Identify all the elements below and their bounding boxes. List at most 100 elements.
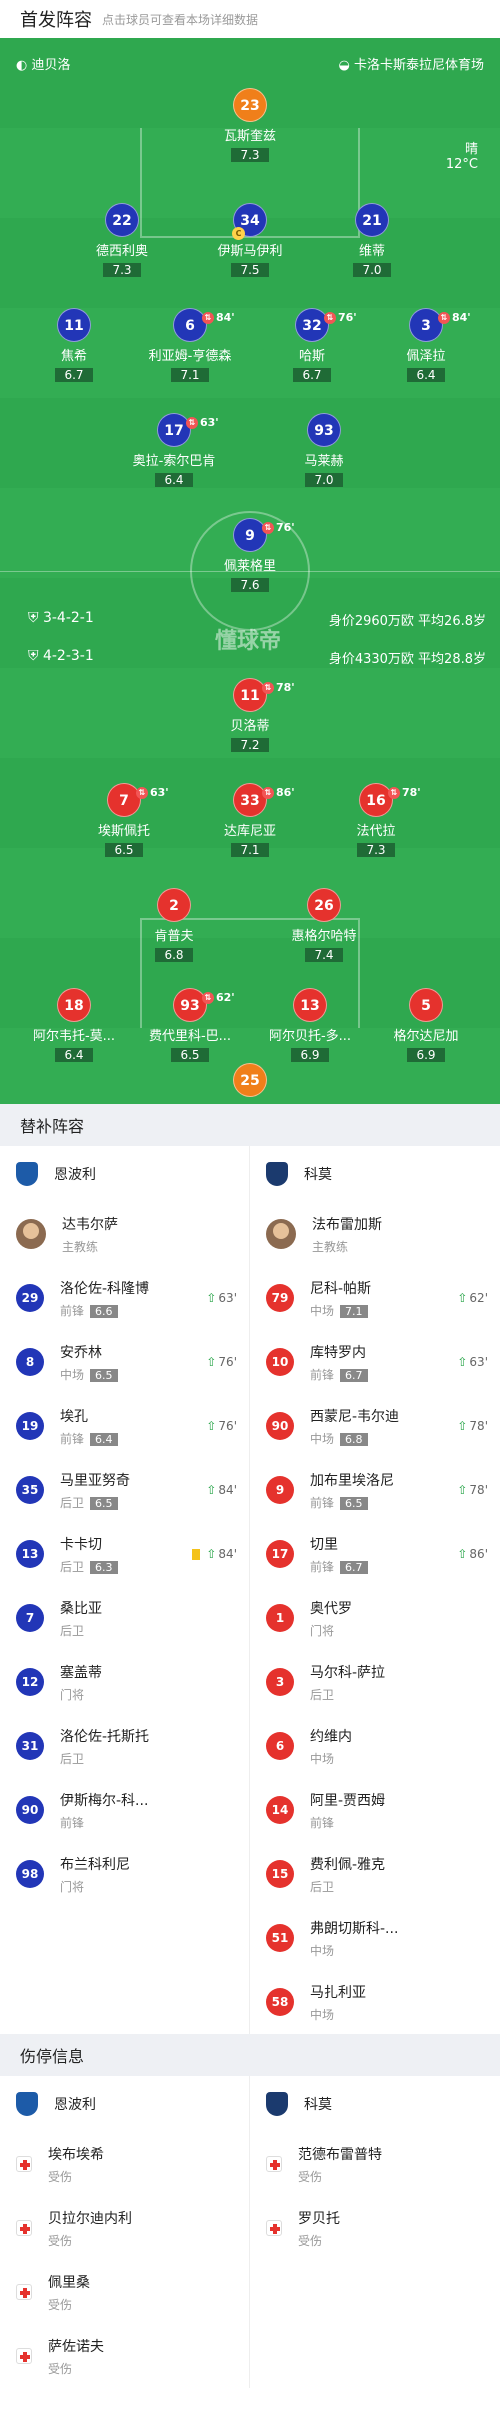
como-crest-icon [266, 2092, 288, 2116]
player-home[interactable]: 21 维蒂 7.0 [312, 203, 432, 278]
weather: 晴 12°C [445, 142, 478, 172]
player-info: 马扎利亚 中场 [310, 1982, 366, 2023]
sub-out-icon: ⇅ [262, 787, 274, 799]
player-away[interactable]: 33 ⇅ 86' 达库尼亚 7.1 [190, 783, 310, 858]
player-rating: 7.1 [231, 843, 269, 857]
player-position: 前锋 6.7 [310, 1558, 368, 1575]
sub-player-row[interactable]: 98 布兰科利尼 门将 [0, 1842, 249, 1906]
jersey-number: 3 [266, 1668, 294, 1696]
player-home[interactable]: 23 瓦斯奎兹 7.3 [190, 88, 310, 163]
player-home[interactable]: 6 ⇅ 84' 利亚姆-亨德森 7.1 [130, 308, 250, 383]
sub-player-row[interactable]: 29 洛伦佐-科隆博 前锋 6.6 ⇧ 63' [0, 1266, 249, 1330]
player-rating: 6.5 [90, 1368, 118, 1382]
jersey-number: 32 ⇅ 76' [295, 308, 357, 342]
injuries-title: 伤停信息 [0, 2034, 500, 2076]
player-name: 弗朗切斯科-... [310, 1920, 399, 1937]
player-home[interactable]: 93 马莱赫 7.0 [264, 413, 384, 488]
player-rating: 6.5 [171, 1048, 209, 1062]
injury-row[interactable]: 范德布雷普特 受伤 [250, 2132, 500, 2196]
home-club[interactable]: 恩波利 [0, 2076, 249, 2132]
sub-player-row[interactable]: 6 约维内 中场 [250, 1714, 500, 1778]
player-away[interactable]: 11 ⇅ 78' 贝洛蒂 7.2 [190, 678, 310, 753]
home-club[interactable]: 恩波利 [0, 1146, 249, 1202]
sub-player-row[interactable]: 90 伊斯梅尔-科... 前锋 [0, 1778, 249, 1842]
away-club[interactable]: 科莫 [250, 2076, 500, 2132]
player-rating: 7.4 [305, 948, 343, 962]
player-rating: 7.5 [231, 263, 269, 277]
sub-in-icon: ⇧ [457, 1291, 468, 1305]
player-name: 埃孔 [60, 1408, 88, 1425]
sub-player-row[interactable]: 90 西蒙尼-韦尔迪 中场 6.8 ⇧ 78' [250, 1394, 500, 1458]
sub-player-row[interactable]: 3 马尔科-萨拉 后卫 [250, 1650, 500, 1714]
sub-player-row[interactable]: 19 埃孔 前锋 6.4 ⇧ 76' [0, 1394, 249, 1458]
sub-in-icon: ⇧ [457, 1355, 468, 1369]
jersey-number: 1 [266, 1604, 294, 1632]
player-name: 费代里科-巴... [148, 1029, 232, 1044]
player-away[interactable]: 5 格尔达尼加 6.9 [366, 988, 486, 1063]
player-away[interactable]: 18 阿尔韦托-莫... 6.4 [14, 988, 134, 1063]
player-away[interactable]: 7 ⇅ 63' 埃斯佩托 6.5 [64, 783, 184, 858]
sub-in-icon: ⇧ [206, 1547, 217, 1561]
player-name: 桑比亚 [60, 1600, 102, 1617]
player-away[interactable]: 13 阿尔贝托-多... 6.9 [250, 988, 370, 1063]
player-name: 维蒂 [358, 244, 385, 259]
player-away[interactable]: 25雷纳7.0 [190, 1063, 310, 1104]
player-rating: 6.9 [407, 1048, 445, 1062]
sub-player-row[interactable]: 31 洛伦佐-托斯托 后卫 [0, 1714, 249, 1778]
player-position: 后卫 6.3 [60, 1558, 118, 1575]
sub-player-row[interactable]: 1 奥代罗 门将 [250, 1586, 500, 1650]
sub-player-row[interactable]: 13 卡卡切 后卫 6.3 ⇧ 84' [0, 1522, 249, 1586]
home-coach[interactable]: 达韦尔萨 主教练 [0, 1202, 249, 1266]
player-home[interactable]: 9 ⇅ 76' 佩莱格里 7.6 [190, 518, 310, 593]
player-name: 塞盖蒂 [60, 1664, 102, 1681]
player-home[interactable]: 3 ⇅ 84' 佩泽拉 6.4 [366, 308, 486, 383]
injury-row[interactable]: 萨佐诺夫 受伤 [0, 2324, 249, 2388]
sub-player-row[interactable]: 17 切里 前锋 6.7 ⇧ 86' [250, 1522, 500, 1586]
player-away[interactable]: 2 肯普夫 6.8 [114, 888, 234, 963]
player-home[interactable]: 22 德西利奥 7.3 [62, 203, 182, 278]
injury-row[interactable]: 贝拉尔迪内利 受伤 [0, 2196, 249, 2260]
player-home[interactable]: 17 ⇅ 63' 奥拉-索尔巴肯 6.4 [114, 413, 234, 488]
sub-player-row[interactable]: 9 加布里埃洛尼 前锋 6.5 ⇧ 78' [250, 1458, 500, 1522]
sub-out-icon: ⇅ [262, 682, 274, 694]
player-home[interactable]: 32 ⇅ 76' 哈斯 6.7 [252, 308, 372, 383]
player-home[interactable]: 34 C 伊斯马伊利 7.5 [190, 203, 310, 278]
sub-player-row[interactable]: 7 桑比亚 后卫 [0, 1586, 249, 1650]
player-position: 门将 [60, 1879, 85, 1894]
jersey-number: 5 [409, 988, 443, 1022]
player-info: 安乔林 中场 6.5 [60, 1342, 118, 1383]
subs-title: 替补阵容 [0, 1104, 500, 1146]
sub-player-row[interactable]: 15 费利佩-雅克 后卫 [250, 1842, 500, 1906]
player-name: 雷纳 [190, 1100, 310, 1104]
sub-out-icon: ⇅ [202, 312, 214, 324]
player-position: 前锋 [310, 1815, 335, 1830]
player-rating: 6.7 [293, 368, 331, 382]
player-away[interactable]: 16 ⇅ 78' 法代拉 7.3 [316, 783, 436, 858]
player-away[interactable]: 93 ⇅ 62' 费代里科-巴... 6.5 [130, 988, 250, 1063]
injury-row[interactable]: 埃布埃希 受伤 [0, 2132, 249, 2196]
injury-row[interactable]: 罗贝托 受伤 [250, 2196, 500, 2260]
away-club[interactable]: 科莫 [250, 1146, 500, 1202]
player-away[interactable]: 26 惠格尔哈特 7.4 [264, 888, 384, 963]
avatar [266, 1219, 296, 1249]
jersey-number: 8 [16, 1348, 44, 1376]
player-rating: 7.0 [305, 473, 343, 487]
sub-player-row[interactable]: 79 尼科-帕斯 中场 7.1 ⇧ 62' [250, 1266, 500, 1330]
sub-player-row[interactable]: 58 马扎利亚 中场 [250, 1970, 500, 2034]
player-name: 费利佩-雅克 [310, 1856, 386, 1873]
injury-row[interactable]: 佩里桑 受伤 [0, 2260, 249, 2324]
sub-player-row[interactable]: 10 库特罗内 前锋 6.7 ⇧ 63' [250, 1330, 500, 1394]
player-name: 卡卡切 [60, 1536, 102, 1553]
player-info: 范德布雷普特 受伤 [298, 2144, 382, 2185]
sub-player-row[interactable]: 12 塞盖蒂 门将 [0, 1650, 249, 1714]
player-position: 前锋 6.4 [60, 1430, 118, 1447]
sub-player-row[interactable]: 8 安乔林 中场 6.5 ⇧ 76' [0, 1330, 249, 1394]
sub-player-row[interactable]: 51 弗朗切斯科-... 中场 [250, 1906, 500, 1970]
jersey-number: 13 [16, 1540, 44, 1568]
jersey-number: 90 [266, 1412, 294, 1440]
empoli-crest-icon [16, 2092, 38, 2116]
away-coach[interactable]: 法布雷加斯 主教练 [250, 1202, 500, 1266]
sub-player-row[interactable]: 35 马里亚努奇 后卫 6.5 ⇧ 84' [0, 1458, 249, 1522]
sub-player-row[interactable]: 14 阿里-贾西姆 前锋 [250, 1778, 500, 1842]
player-home[interactable]: 11 焦希 6.7 [14, 308, 134, 383]
